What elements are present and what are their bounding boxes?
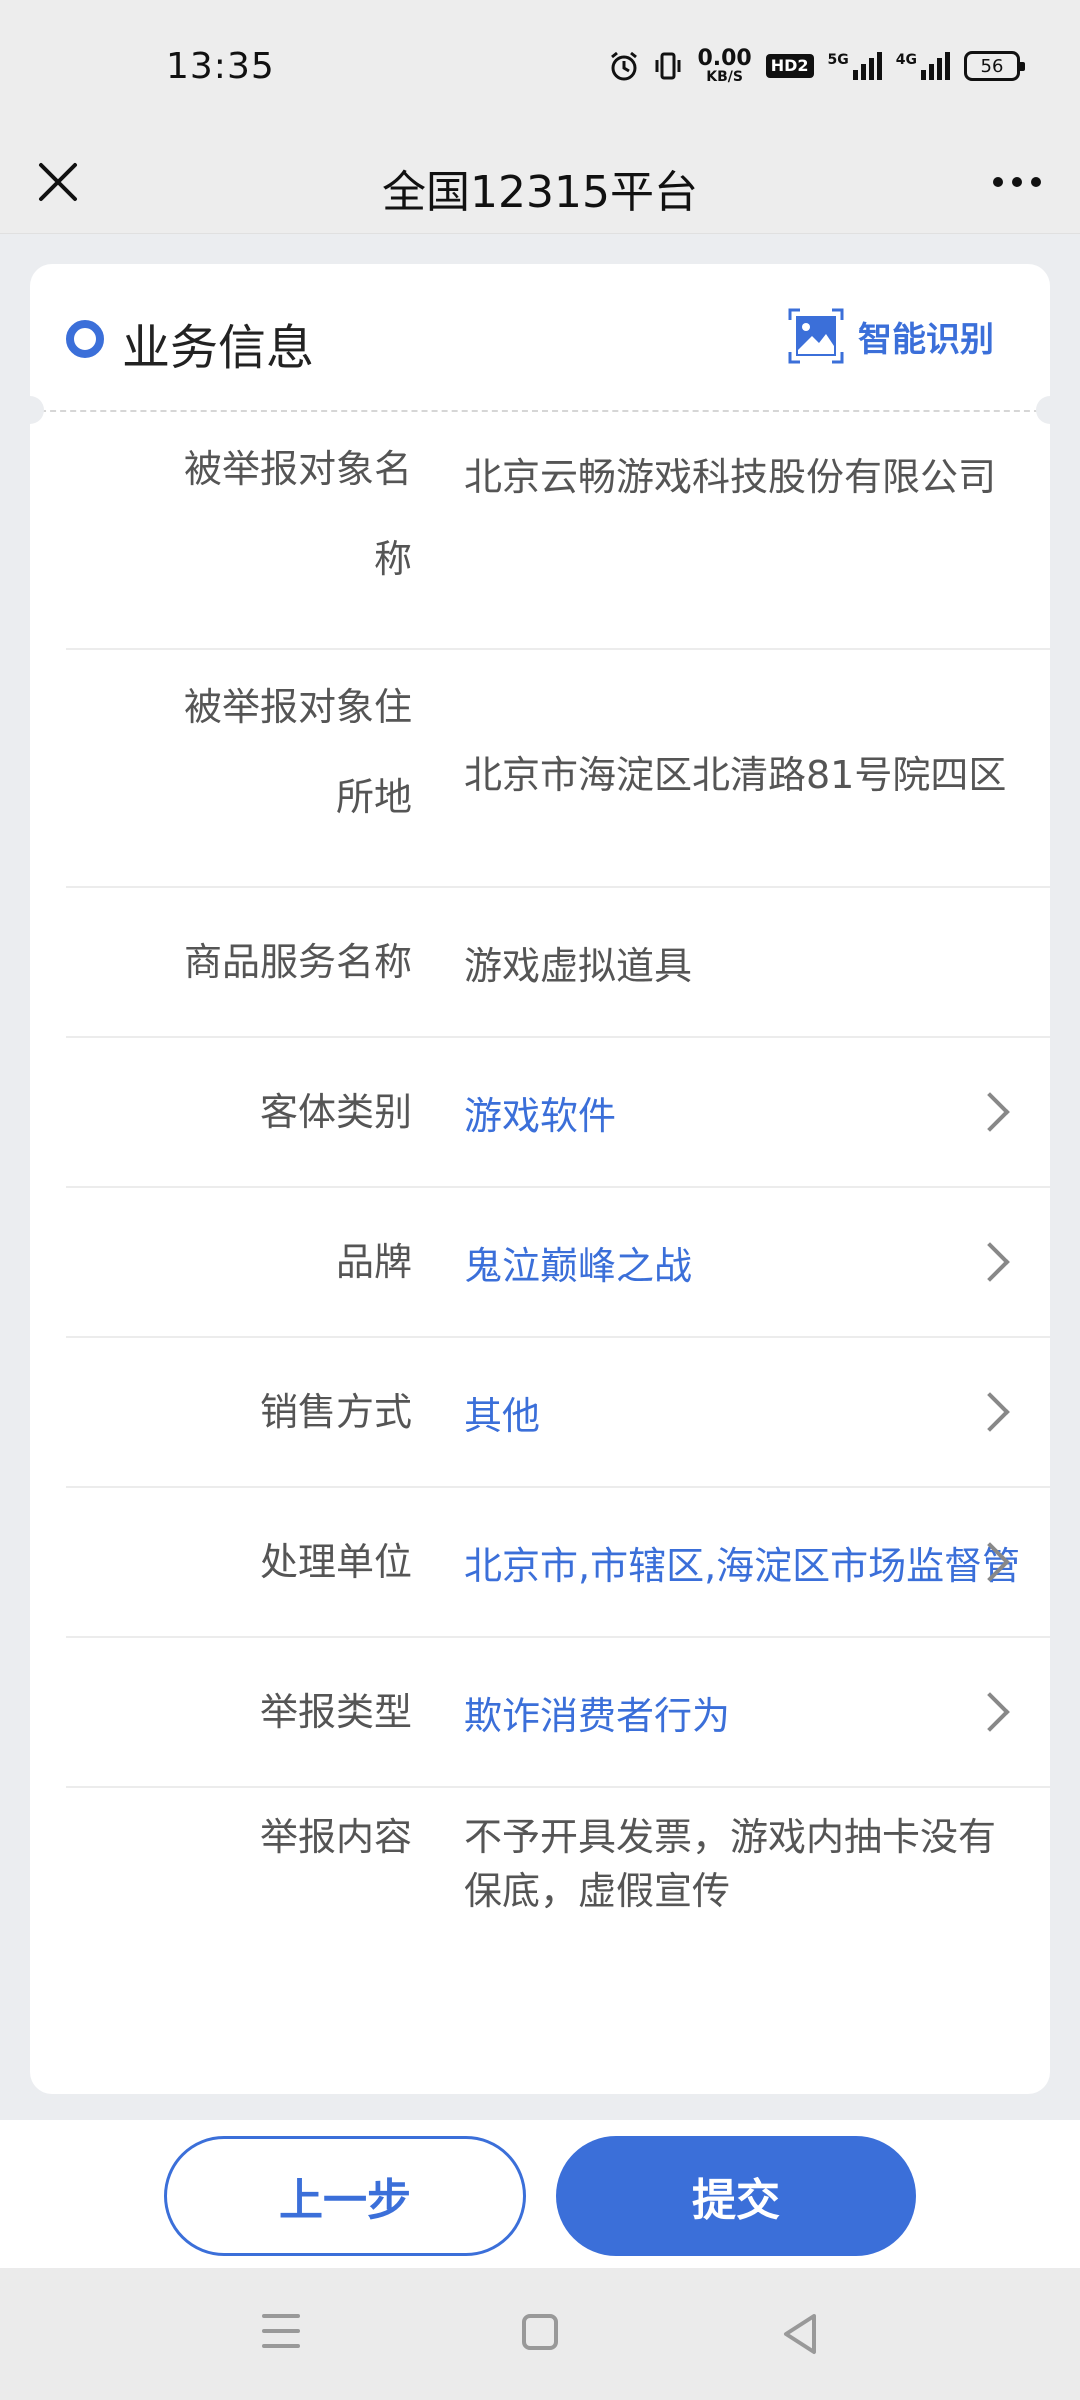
form-row-report-type[interactable]: 举报类型 欺诈消费者行为: [66, 1638, 1050, 1788]
status-time: 13:35: [166, 46, 275, 87]
system-nav-bar: [0, 2268, 1080, 2400]
field-value[interactable]: 北京市海淀区北清路81号院四区: [464, 744, 1022, 799]
section-header: 业务信息 智能识别: [30, 264, 1050, 410]
vibrate-icon: [655, 52, 681, 80]
form-row-target-name[interactable]: 被举报对象名 称 北京云畅游戏科技股份有限公司: [66, 412, 1050, 650]
status-bar: 13:35 0.00 KB/S HD2 5G 4G 56: [0, 0, 1080, 130]
submit-button[interactable]: 提交: [556, 2136, 916, 2256]
form-row-report-content[interactable]: 举报内容 不予开具发票，游戏内抽卡没有 保底，虚假宣传: [66, 1788, 1050, 1988]
form-row-product-name[interactable]: 商品服务名称 游戏虚拟道具: [66, 888, 1050, 1038]
field-value[interactable]: 北京云畅游戏科技股份有限公司: [464, 446, 996, 501]
chevron-right-icon: [970, 1242, 1010, 1282]
hd-badge: HD2: [765, 54, 814, 78]
alarm-icon: [611, 51, 638, 81]
form-rows: 被举报对象名 称 北京云畅游戏科技股份有限公司 被举报对象住 所地 北京市海淀区…: [66, 412, 1050, 1988]
field-label: 被举报对象名 称: [183, 447, 412, 581]
page-title: 全国12315平台: [382, 167, 698, 218]
field-label: 销售方式: [259, 1390, 412, 1434]
field-label: 商品服务名称: [183, 940, 412, 984]
network-speed: 0.00 KB/S: [697, 46, 752, 85]
chevron-right-icon: [970, 1392, 1010, 1432]
section-dot-icon: [66, 320, 104, 358]
field-label: 处理单位: [259, 1540, 412, 1584]
business-info-card: 业务信息 智能识别 被举报对象名 称 北京云畅游戏科技股份有限公司 被举报对象住: [30, 264, 1050, 2094]
section-title: 业务信息: [122, 320, 315, 376]
field-label: 被举报对象住 所地: [183, 685, 412, 819]
field-value[interactable]: 不予开具发票，游戏内抽卡没有 保底，虚假宣传: [464, 1810, 1050, 1918]
form-row-brand[interactable]: 品牌 鬼泣巅峰之战: [66, 1188, 1050, 1338]
field-label: 举报类型: [259, 1690, 412, 1734]
form-row-target-address[interactable]: 被举报对象住 所地 北京市海淀区北清路81号院四区: [66, 650, 1050, 888]
smart-recognize-button[interactable]: 智能识别: [786, 306, 994, 366]
chevron-right-icon: [970, 1692, 1010, 1732]
chevron-right-icon: [970, 1092, 1010, 1132]
nav-bar: 全国12315平台: [0, 130, 1080, 234]
field-value[interactable]: 其他: [464, 1385, 540, 1440]
image-scan-icon: [788, 308, 844, 364]
bottom-action-bar: 上一步 提交: [0, 2120, 1080, 2268]
field-value[interactable]: 游戏虚拟道具: [464, 935, 692, 990]
form-row-handling-unit[interactable]: 处理单位 北京市,市辖区,海淀区市场监督管理局: [66, 1488, 1050, 1638]
more-button[interactable]: [982, 152, 1052, 212]
field-label: 客体类别: [259, 1090, 412, 1134]
status-icons: 0.00 KB/S HD2 5G 4G 56: [609, 44, 1025, 88]
form-row-object-category[interactable]: 客体类别 游戏软件: [66, 1038, 1050, 1188]
home-icon[interactable]: [522, 2314, 558, 2350]
signal-5g-icon: 5G: [828, 52, 882, 80]
field-value[interactable]: 游戏软件: [464, 1085, 616, 1140]
previous-step-button[interactable]: 上一步: [164, 2136, 526, 2256]
more-dots-icon: [993, 177, 1003, 187]
form-row-sales-method[interactable]: 销售方式 其他: [66, 1338, 1050, 1488]
field-value[interactable]: 鬼泣巅峰之战: [464, 1235, 692, 1290]
back-icon[interactable]: [780, 2312, 820, 2356]
field-label: 品牌: [335, 1240, 412, 1284]
signal-4g-icon: 4G: [896, 52, 950, 80]
field-value[interactable]: 北京市,市辖区,海淀区市场监督管理局: [464, 1535, 1020, 1590]
menu-icon[interactable]: [262, 2314, 300, 2354]
field-label: 举报内容: [259, 1815, 412, 1859]
battery-icon: 56: [964, 51, 1025, 81]
field-value[interactable]: 欺诈消费者行为: [464, 1685, 730, 1740]
